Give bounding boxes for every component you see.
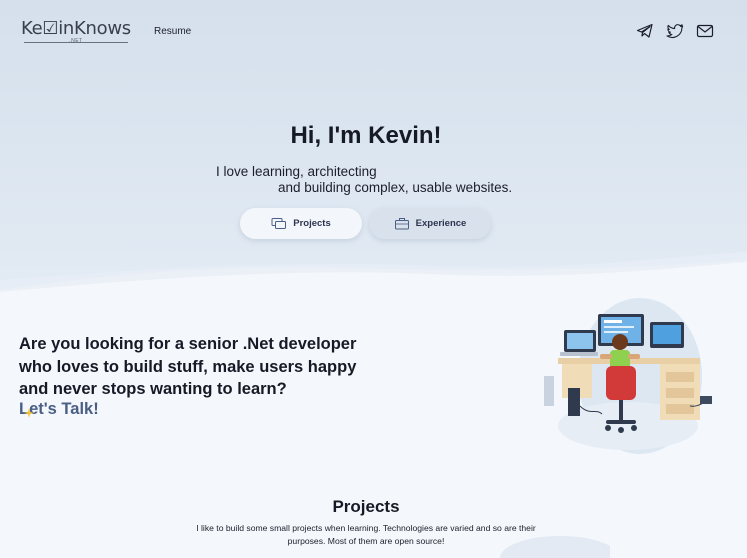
mail-icon[interactable]	[696, 23, 714, 39]
developer-desk-illustration	[544, 298, 712, 454]
twitter-icon[interactable]	[666, 23, 684, 39]
logo-subtitle: .NET	[69, 38, 83, 44]
sparkle-icon	[24, 408, 34, 418]
logo-wordmark: Ke☑inKnows	[21, 18, 131, 39]
projects-button[interactable]: Projects	[240, 208, 362, 239]
projects-button-label: Projects	[293, 218, 331, 229]
decorative-blob	[500, 536, 610, 558]
hero-tagline-line1: I love learning, architecting	[216, 164, 377, 179]
hero-tagline-line2: and building complex, usable websites.	[278, 180, 513, 195]
briefcase-icon	[394, 217, 410, 230]
experience-button[interactable]: Experience	[369, 208, 491, 239]
telegram-icon[interactable]	[636, 23, 654, 39]
projects-section-title: Projects	[332, 497, 400, 516]
pitch-text: Are you looking for a senior .Net develo…	[19, 333, 379, 401]
projects-icon	[271, 217, 287, 230]
logo[interactable]: Ke☑inKnows .NET	[21, 19, 131, 47]
projects-description-line2: purposes. Most of them are open source!	[287, 535, 445, 546]
pitch-line2: who loves to build stuff, make users hap…	[19, 357, 357, 376]
pitch-line1: Are you looking for a senior .Net develo…	[19, 335, 357, 353]
check-icon: ☑	[42, 18, 59, 39]
experience-button-label: Experience	[415, 218, 467, 229]
nav-resume-link[interactable]: Resume	[154, 26, 191, 37]
pitch-line3: and never stops wanting to learn?	[19, 380, 287, 398]
hero-title: Hi, I'm Kevin!	[290, 122, 442, 149]
projects-description-line1: I like to build some small projects when…	[196, 523, 536, 533]
